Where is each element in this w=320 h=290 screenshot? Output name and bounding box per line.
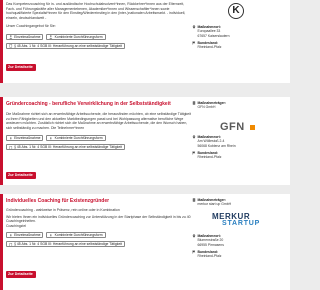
card-description-secondary: Unser Coachingangebot für Sie: — [6, 24, 56, 29]
address-city: 56068 Koblenz am Rhein — [197, 143, 236, 148]
result-card: Gründercoaching - berufliche Verwirklich… — [0, 97, 290, 185]
chip-label: Kombinierte Durchführungsform — [54, 233, 103, 238]
law-chip: § 45 Abs. 1 Nr. 4 SGB III: Heranführung … — [6, 241, 126, 248]
card-title[interactable]: Gründercoaching - berufliche Verwirklich… — [6, 101, 171, 107]
map-pin-icon — [192, 135, 196, 139]
chip-einzelmassnahme: Einzelmaßnahme — [6, 33, 44, 40]
building-icon — [192, 101, 196, 105]
result-card: Das Kompetenzcoaching für in- und auslän… — [0, 0, 290, 83]
law-label: § 45 Abs. 1 Nr. 4 SGB III: Heranführung … — [14, 242, 123, 247]
logo-line2: STARTUP — [222, 220, 261, 227]
flag-icon — [192, 151, 196, 155]
map-pin-icon — [192, 25, 196, 29]
chip-label: Einzelmaßnahme — [14, 233, 41, 238]
document-icon — [9, 44, 13, 48]
flag-icon — [192, 41, 196, 45]
provider-info: Maßnahmeträger: merkur start up GmbH — [192, 198, 288, 207]
chip-label: Einzelmaßnahme — [14, 34, 41, 39]
law-label: § 45 Abs. 1 Nr. 4 SGB III: Heranführung … — [14, 145, 123, 150]
provider-logo: K — [228, 3, 244, 19]
provider-row: Maßnahmeträger: GFN GmbH — [192, 101, 288, 110]
person-icon — [49, 35, 53, 39]
chip-label: Einzelmaßnahme — [14, 136, 41, 141]
state-row: Bundesland: Rheinland-Pfalz — [192, 41, 288, 50]
chip-label: Kombinierte Durchführungsform — [54, 136, 103, 141]
person-icon — [9, 136, 13, 141]
card-description-secondary: Wir bieten Ihnen ein individuelles Gründ… — [6, 214, 191, 224]
address-city: 66955 Pirmasens — [197, 242, 224, 247]
result-card: Individuelles Coaching für Existenzgründ… — [0, 194, 290, 290]
law-chip: § 45 Abs. 1 Nr. 4 SGB III: Heranführung … — [6, 144, 126, 151]
provider-logo: MERKUR STARTUP — [212, 213, 282, 231]
law-label: § 45 Abs. 1 Nr. 4 SGB III: Heranführung … — [14, 43, 123, 48]
person-icon — [49, 136, 53, 141]
card-accent — [0, 0, 3, 83]
chip-label: Kombinierte Durchführungsform — [54, 34, 103, 39]
location-row: Maßnahmeort: Europaallee 33 67657 Kaiser… — [192, 25, 288, 38]
document-icon — [9, 145, 13, 149]
provider-name: merkur start up GmbH — [197, 202, 232, 207]
location-row: Maßnahmeort: Am Wöllestoß 2-4 56068 Kobl… — [192, 135, 288, 148]
location-info: Maßnahmeort: Am Wöllestoß 2-4 56068 Kobl… — [192, 135, 288, 159]
card-accent — [0, 194, 3, 290]
map-pin-icon — [192, 234, 196, 238]
location-info: Maßnahmeort: Blumenstraße 20 66955 Pirma… — [192, 234, 288, 258]
card-description: Gründercoaching - wahlweise in Präsenz, … — [6, 208, 120, 212]
detail-button[interactable]: Zur Detailseite — [6, 64, 36, 71]
chip-durchfuehrungsform: Kombinierte Durchführungsform — [46, 232, 106, 239]
detail-button[interactable]: Zur Detailseite — [6, 172, 36, 179]
logo-text: GFN — [220, 121, 245, 133]
card-title[interactable]: Individuelles Coaching für Existenzgründ… — [6, 198, 109, 204]
card-description: Die Maßnahme richtet sich an erwerbsfähi… — [6, 112, 191, 130]
provider-row: Maßnahmeträger: merkur start up GmbH — [192, 198, 288, 207]
state-value: Rheinland-Pfalz — [197, 254, 222, 259]
state-value: Rheinland-Pfalz — [197, 45, 222, 50]
address-city: 67657 Kaiserslautern — [197, 33, 230, 38]
logo-line1: MERKUR — [212, 212, 251, 221]
card-description: Das Kompetenzcoaching für in- und auslän… — [6, 2, 186, 20]
person-icon — [9, 35, 13, 39]
location-row: Maßnahmeort: Blumenstraße 20 66955 Pirma… — [192, 234, 288, 247]
person-icon — [9, 233, 13, 238]
logo-mark — [250, 125, 256, 130]
provider-name: GFN GmbH — [197, 105, 216, 110]
state-row: Bundesland: Rheinland-Pfalz — [192, 250, 288, 259]
logo-letter: K — [232, 5, 240, 16]
provider-info: Maßnahmeträger: GFN GmbH — [192, 101, 288, 110]
person-icon — [49, 233, 53, 238]
document-icon — [9, 242, 13, 246]
chip-einzelmassnahme: Einzelmaßnahme — [6, 232, 44, 239]
state-value: Rheinland-Pfalz — [197, 155, 222, 160]
card-description-tertiary: Coachingziel — [6, 223, 27, 228]
chip-durchfuehrungsform: Kombinierte Durchführungsform — [46, 135, 106, 142]
building-icon — [192, 198, 196, 202]
detail-button[interactable]: Zur Detailseite — [6, 271, 36, 278]
state-row: Bundesland: Rheinland-Pfalz — [192, 151, 288, 160]
chip-durchfuehrungsform: Kombinierte Durchführungsform — [46, 33, 106, 40]
provider-info: Maßnahmeort: Europaallee 33 67657 Kaiser… — [192, 25, 288, 49]
flag-icon — [192, 250, 196, 254]
chip-einzelmassnahme: Einzelmaßnahme — [6, 135, 44, 142]
card-accent — [0, 97, 3, 185]
address-street: Blumenstraße 20 — [197, 238, 224, 243]
law-chip: § 45 Abs. 1 Nr. 4 SGB III: Heranführung … — [6, 42, 126, 49]
provider-logo: GFN — [220, 117, 260, 133]
